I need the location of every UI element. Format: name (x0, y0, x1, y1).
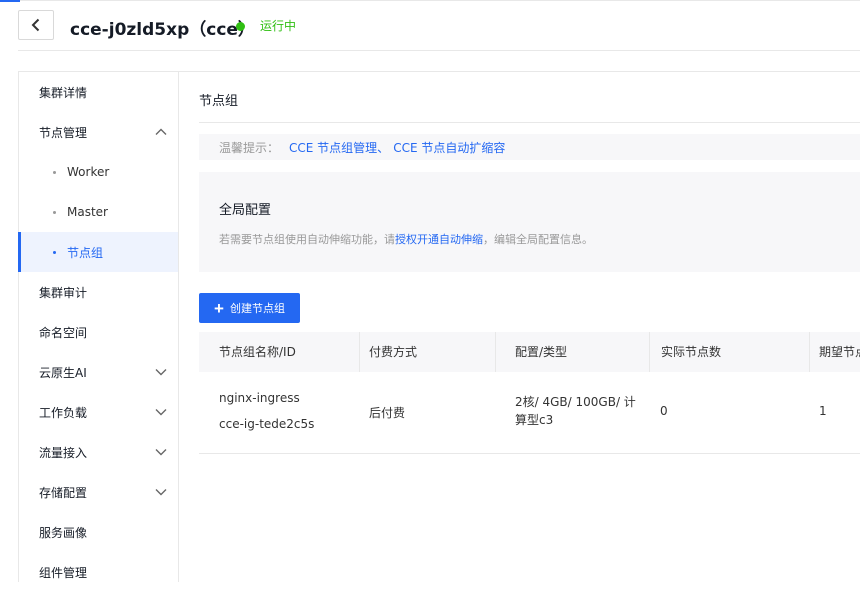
global-config-desc: 若需要节点组使用自动伸缩功能，请授权开通自动伸缩，编辑全局配置信息。 (219, 231, 840, 247)
sidebar-item-label: 工作负载 (39, 405, 88, 420)
sidebar-item-master[interactable]: Master (19, 192, 178, 232)
autoscaling-doc-link[interactable]: CCE 节点自动扩缩容 (393, 139, 505, 156)
bullet-icon (53, 170, 56, 174)
column-header-actual-nodes: 实际节点数 (661, 345, 722, 359)
sidebar-item-label: Worker (67, 165, 110, 179)
table-row: nginx-ingress cce-ig-tede2c5s 后付费 2核/ 4G… (199, 372, 860, 454)
column-header-expected-nodes: 期望节点数 (819, 345, 860, 359)
column-header-name: 节点组名称/ID (219, 345, 296, 359)
column-header-billing: 付费方式 (369, 345, 418, 359)
sidebar-item-label: 集群审计 (39, 285, 88, 300)
cluster-title: cce-j0zld5xp（cce） (70, 20, 255, 40)
global-config-desc-suffix: ，编辑全局配置信息。 (483, 233, 593, 246)
global-config-title: 全局配置 (219, 203, 272, 218)
page-title: 节点组 (199, 94, 239, 109)
status-dot-icon (236, 22, 245, 31)
plus-icon: + (214, 298, 224, 318)
sidebar-item-label: Master (67, 205, 108, 219)
sidebar-item-label: 节点管理 (39, 125, 88, 140)
chevron-up-icon (155, 128, 167, 135)
node-spec: 2核/ 4GB/ 100GB/ 计算型c3 (515, 395, 636, 427)
node-group-id: cce-ig-tede2c5s (219, 417, 315, 431)
sidebar-item-label: 集群详情 (39, 85, 88, 100)
sidebar-item-label: 组件管理 (39, 565, 88, 580)
top-accent (0, 0, 20, 2)
sidebar-item-component-management[interactable]: 组件管理 (19, 552, 178, 592)
sidebar-item-service-profile[interactable]: 服务画像 (19, 512, 178, 552)
status-badge: 运行中 (260, 19, 297, 33)
sidebar-item-label: 存储配置 (39, 485, 88, 500)
expected-node-count: 1 (819, 404, 827, 418)
create-node-group-label: 创建节点组 (229, 303, 285, 315)
chevron-left-icon (31, 18, 40, 32)
top-border (0, 0, 860, 1)
chevron-down-icon (155, 409, 167, 416)
sidebar-item-label: 命名空间 (39, 325, 88, 340)
sidebar-item-storage-config[interactable]: 存储配置 (19, 472, 178, 512)
bullet-icon (53, 210, 56, 214)
authorize-autoscaling-link[interactable]: 授权开通自动伸缩 (395, 233, 483, 246)
sidebar-item-worker[interactable]: Worker (19, 152, 178, 192)
tip-label: 温馨提示： (219, 140, 280, 155)
sidebar: 集群详情 节点管理 Worker Master 节点组 集群审计 命名空间 云原… (18, 71, 179, 582)
sidebar-item-label: 流量接入 (39, 445, 88, 460)
header-divider (18, 50, 860, 51)
global-config-desc-prefix: 若需要节点组使用自动伸缩功能，请 (219, 233, 395, 246)
tip-bar: 温馨提示： CCE 节点组管理 、 CCE 节点自动扩缩容 (199, 134, 860, 160)
sidebar-item-traffic-ingress[interactable]: 流量接入 (19, 432, 178, 472)
sidebar-item-node-management[interactable]: 节点管理 (19, 112, 178, 152)
back-button[interactable] (18, 10, 54, 40)
sidebar-item-node-group[interactable]: 节点组 (18, 232, 178, 272)
billing-method: 后付费 (369, 406, 406, 420)
bullet-icon (53, 250, 56, 254)
node-group-name-link[interactable]: nginx-ingress (219, 391, 300, 405)
global-config-panel: 全局配置 若需要节点组使用自动伸缩功能，请授权开通自动伸缩，编辑全局配置信息。 (199, 172, 860, 272)
column-header-spec: 配置/类型 (515, 345, 568, 359)
tip-separator: 、 (377, 140, 390, 155)
main-content: 节点组 温馨提示： CCE 节点组管理 、 CCE 节点自动扩缩容 全局配置 若… (179, 71, 860, 582)
node-group-doc-link[interactable]: CCE 节点组管理 (289, 139, 377, 156)
table-header: 节点组名称/ID 付费方式 配置/类型 实际节点数 期望节点数 (199, 332, 860, 372)
sidebar-item-label: 云原生AI (39, 365, 87, 380)
sidebar-item-label: 节点组 (67, 245, 104, 260)
sidebar-item-cluster-detail[interactable]: 集群详情 (19, 72, 178, 112)
sidebar-item-workload[interactable]: 工作负载 (19, 392, 178, 432)
title-divider (199, 122, 860, 123)
sidebar-item-label: 服务画像 (39, 525, 88, 540)
actual-node-count: 0 (660, 404, 668, 418)
create-node-group-button[interactable]: + 创建节点组 (199, 293, 300, 323)
chevron-down-icon (155, 489, 167, 496)
sidebar-item-cloud-native-ai[interactable]: 云原生AI (19, 352, 178, 392)
chevron-down-icon (155, 449, 167, 456)
sidebar-item-cluster-audit[interactable]: 集群审计 (19, 272, 178, 312)
chevron-down-icon (155, 369, 167, 376)
sidebar-item-namespace[interactable]: 命名空间 (19, 312, 178, 352)
